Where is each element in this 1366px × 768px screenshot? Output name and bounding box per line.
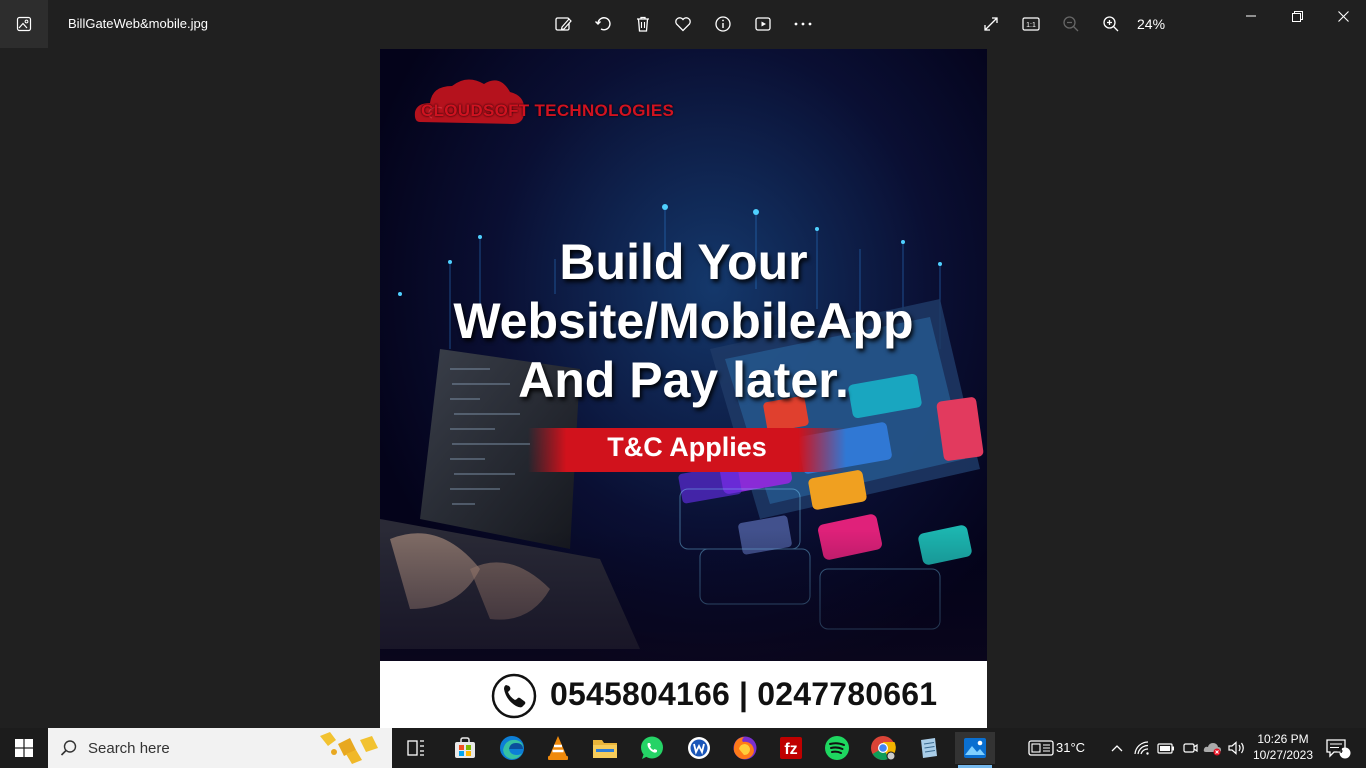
zoom-out-icon[interactable] <box>1059 12 1083 36</box>
photos-taskbar-icon[interactable] <box>955 732 995 764</box>
zoom-in-icon[interactable] <box>1099 12 1123 36</box>
weather-icon[interactable] <box>1021 732 1061 764</box>
spotify-icon[interactable] <box>817 732 857 764</box>
search-highlight-icon <box>320 732 378 764</box>
actual-size-icon[interactable]: 1:1 <box>1019 12 1043 36</box>
phone-icon <box>491 673 537 719</box>
slideshow-icon[interactable] <box>751 12 775 36</box>
battery-icon[interactable] <box>1154 732 1178 764</box>
edit-image-icon[interactable] <box>551 12 575 36</box>
onedrive-error-icon[interactable] <box>1201 732 1225 764</box>
whatsapp-icon[interactable] <box>632 732 672 764</box>
full-screen-icon[interactable] <box>979 12 1003 36</box>
volume-icon[interactable] <box>1225 732 1249 764</box>
logo-text: CLOUDSOFT TECHNOLOGIES <box>421 101 675 120</box>
chevron-up-icon[interactable] <box>1104 732 1130 764</box>
app-w-icon[interactable] <box>679 732 719 764</box>
restore-button[interactable] <box>1274 0 1320 32</box>
headline-line-2: Website/MobileApp <box>453 293 914 349</box>
phone-numbers: 0545804166 | 0247780661 <box>550 676 938 712</box>
task-view-icon[interactable] <box>396 732 436 764</box>
notepad-icon[interactable] <box>909 732 949 764</box>
file-name: BillGateWeb&mobile.jpg <box>68 16 208 31</box>
microsoft-store-icon[interactable] <box>445 732 485 764</box>
rotate-icon[interactable] <box>591 12 615 36</box>
info-icon[interactable] <box>711 12 735 36</box>
chrome-icon[interactable] <box>863 732 903 764</box>
file-explorer-icon[interactable] <box>585 732 625 764</box>
taskbar-clock[interactable]: 10:26 PM 10/27/2023 <box>1248 731 1318 763</box>
notification-count: 4 <box>1337 745 1343 756</box>
wifi-icon[interactable] <box>1130 732 1154 764</box>
vlc-icon[interactable] <box>538 732 578 764</box>
poster-headline: Build Your Website/MobileApp And Pay lat… <box>380 233 987 410</box>
clock-time: 10:26 PM <box>1257 732 1309 746</box>
clock-date: 10/27/2023 <box>1252 748 1314 762</box>
firefox-icon[interactable] <box>725 732 765 764</box>
tc-label: T&C Applies <box>607 432 767 462</box>
headline-line-3: And Pay later. <box>518 352 849 408</box>
headline-line-1: Build Your <box>559 234 808 290</box>
search-icon <box>60 740 77 756</box>
favorite-icon[interactable] <box>671 12 695 36</box>
minimize-button[interactable] <box>1228 0 1274 32</box>
windows-logo-icon <box>15 739 33 757</box>
svg-text:1:1: 1:1 <box>1026 22 1036 29</box>
more-icon[interactable] <box>791 12 815 36</box>
search-placeholder[interactable]: Search here <box>88 740 170 757</box>
weather-temperature[interactable]: 31°C <box>1056 740 1085 755</box>
delete-icon[interactable] <box>631 12 655 36</box>
taskbar: Search here fz 31°C 10:26 PM 10/27/2023 … <box>0 728 1366 768</box>
edge-icon[interactable] <box>492 732 532 764</box>
title-bar: BillGateWeb&mobile.jpg 1:1 24% <box>0 0 1366 48</box>
zoom-level[interactable]: 24% <box>1137 16 1165 32</box>
photos-app-icon[interactable] <box>0 0 48 48</box>
filezilla-icon[interactable]: fz <box>771 732 811 764</box>
close-button[interactable] <box>1320 0 1366 32</box>
start-button[interactable] <box>0 728 48 768</box>
meet-now-icon[interactable] <box>1178 732 1202 764</box>
svg-text:fz: fz <box>784 741 797 758</box>
